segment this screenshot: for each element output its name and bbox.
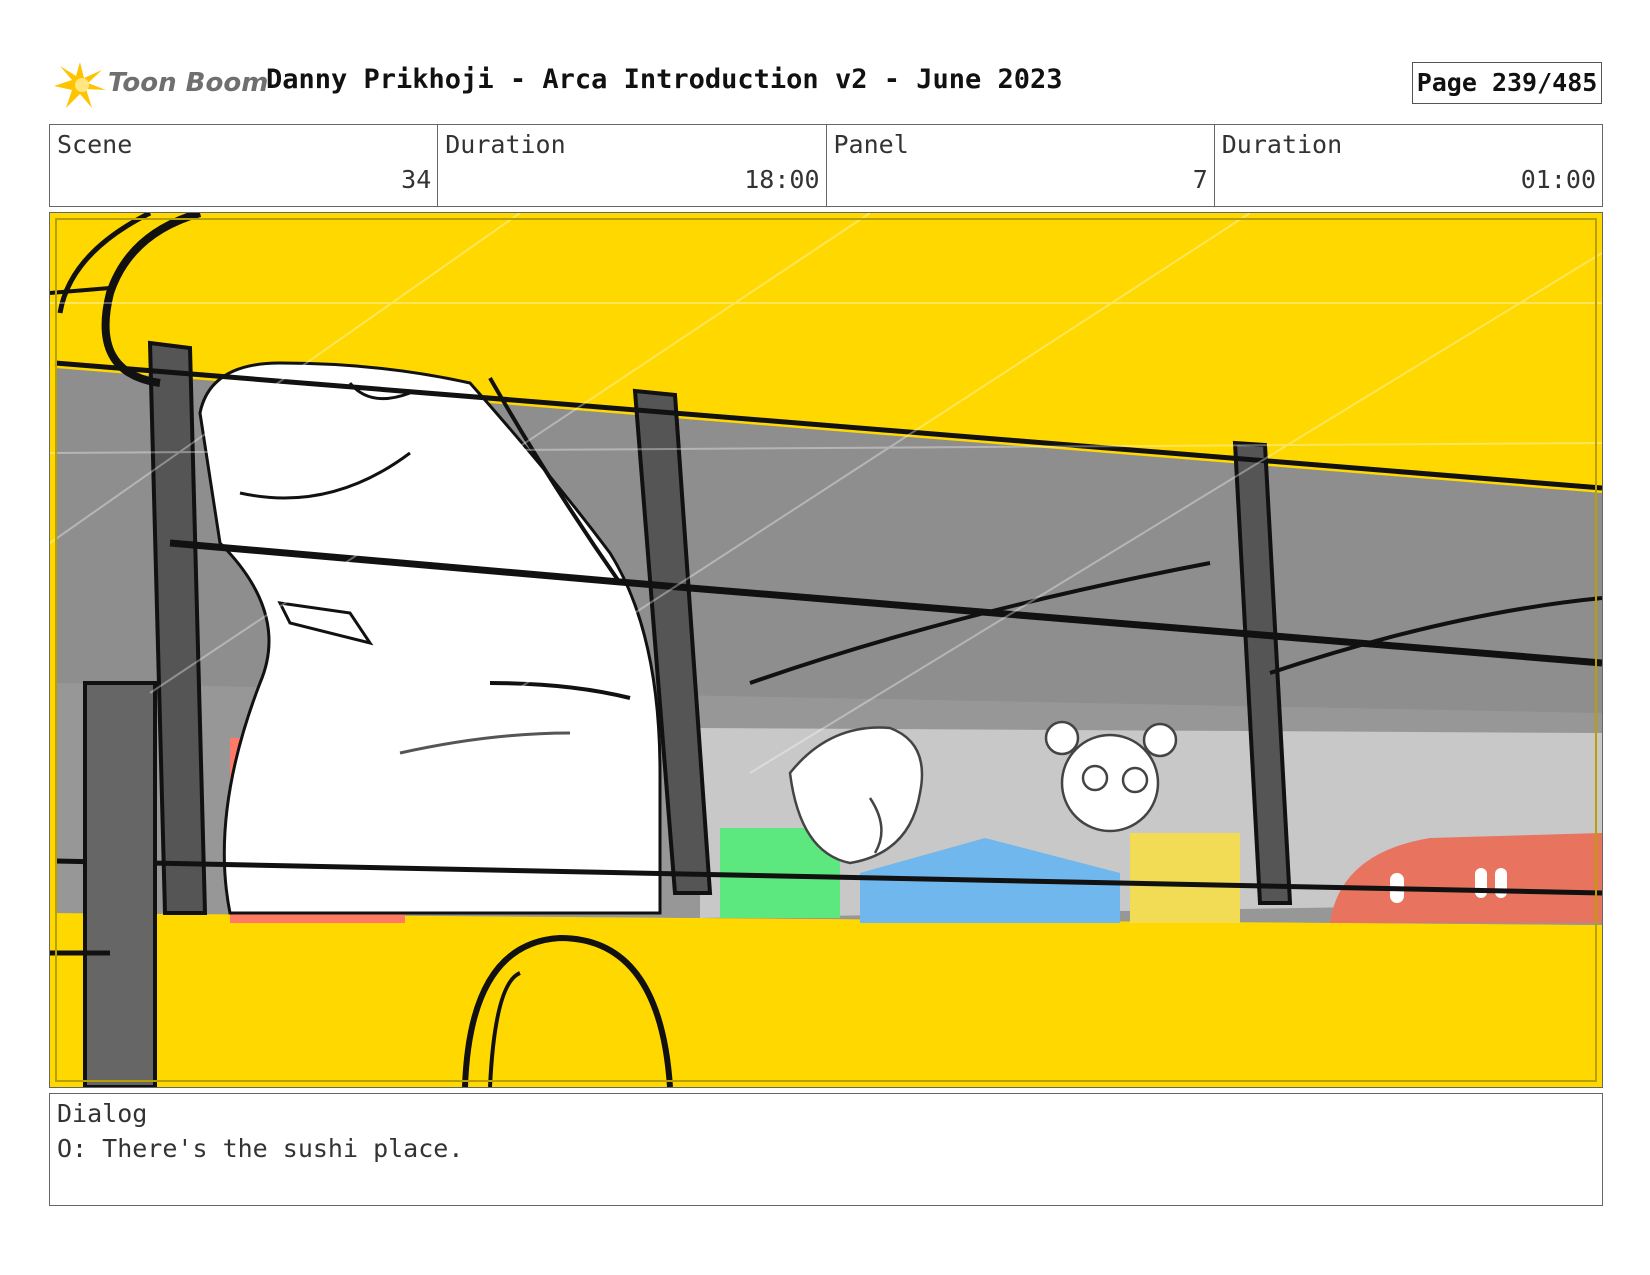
panel-duration-cell: Duration 01:00	[1215, 125, 1602, 206]
panel-value: 7	[1192, 165, 1208, 194]
starburst-icon	[54, 62, 106, 108]
scene-cell: Scene 34	[50, 125, 439, 206]
document-title: Danny Prikhoji - Arca Introduction v2 - …	[266, 64, 1063, 95]
dialog-label: Dialog	[57, 1099, 148, 1128]
panel-duration-value: 01:00	[1520, 165, 1596, 194]
scene-duration-cell: Duration 18:00	[438, 125, 827, 206]
storyboard-panel	[49, 212, 1603, 1088]
storyboard-sketch	[50, 213, 1602, 1087]
panel-label: Panel	[833, 130, 909, 159]
logo-text: Toon Boom	[108, 68, 269, 98]
scene-duration-value: 18:00	[744, 165, 820, 194]
panel-duration-label: Duration	[1221, 130, 1343, 159]
scene-duration-label: Duration	[445, 130, 566, 159]
toon-boom-logo: Toon Boom	[52, 56, 268, 112]
dialog-box: Dialog O: There's the sushi place.	[49, 1093, 1603, 1206]
page-indicator: Page 239/485	[1412, 62, 1602, 104]
panel-cell: Panel 7	[827, 125, 1215, 206]
panel-info-table: Scene 34 Duration 18:00 Panel 7 Duration…	[49, 124, 1603, 207]
door-post	[83, 681, 157, 1087]
dialog-text: O: There's the sushi place.	[57, 1134, 464, 1163]
scene-value: 34	[401, 165, 432, 194]
scene-label: Scene	[57, 130, 133, 159]
yellow-building	[1130, 833, 1240, 923]
